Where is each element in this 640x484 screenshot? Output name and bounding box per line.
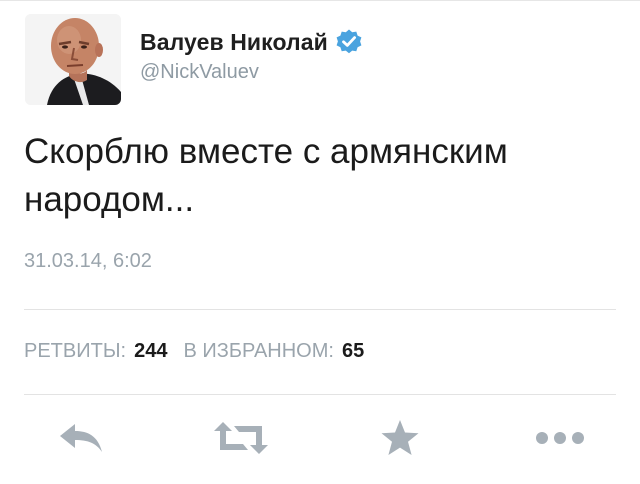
top-divider	[0, 0, 640, 1]
tweet-stats: РЕТВИТЫ: 244 В ИЗБРАННОМ: 65	[24, 340, 364, 363]
retweet-button[interactable]	[212, 418, 270, 458]
tweet-card: Валуев Николай @NickValuev Скорблю вмест…	[0, 0, 640, 484]
retweets-label[interactable]: РЕТВИТЫ:	[24, 340, 126, 363]
divider	[24, 394, 616, 395]
tweet-timestamp: 31.03.14, 6:02	[24, 250, 152, 272]
divider	[24, 309, 616, 310]
avatar-image	[25, 14, 121, 105]
favorite-button[interactable]	[378, 418, 422, 458]
more-button[interactable]	[532, 418, 588, 458]
retweets-count[interactable]: 244	[134, 340, 167, 363]
author-name-row: Валуев Николай	[140, 27, 363, 57]
avatar[interactable]	[25, 14, 121, 105]
reply-icon	[60, 424, 102, 452]
tweet-text: Скорблю вместе с армянским народом...	[24, 132, 508, 219]
favorites-count[interactable]: 65	[342, 340, 364, 363]
retweet-icon	[214, 422, 268, 454]
display-name[interactable]: Валуев Николай	[140, 29, 328, 56]
author-handle[interactable]: @NickValuev	[140, 61, 259, 84]
verified-badge-icon	[335, 28, 363, 56]
reply-button[interactable]	[56, 418, 106, 458]
more-icon	[536, 432, 584, 444]
favorites-label[interactable]: В ИЗБРАННОМ:	[183, 340, 333, 363]
star-icon	[381, 420, 419, 455]
